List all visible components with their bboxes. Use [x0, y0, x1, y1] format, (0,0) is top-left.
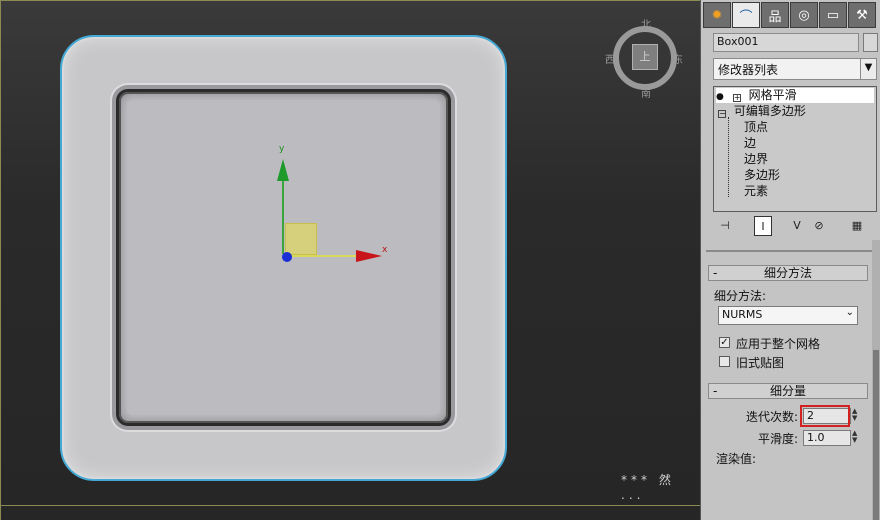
configure-modifier-sets-icon[interactable]: ▦: [848, 216, 866, 236]
make-unique-icon[interactable]: V: [788, 216, 806, 236]
rollout-title: 细分量: [769, 384, 806, 398]
command-panel-scroll-thumb[interactable]: [873, 350, 879, 520]
smoothness-spinner-arrows[interactable]: ▲ ▼: [852, 430, 860, 446]
modifier-list-dropdown[interactable]: 修改器列表 ▼: [713, 58, 877, 80]
subobject-vertex[interactable]: 顶点: [744, 120, 768, 135]
modifier-stack[interactable]: ● + 网格平滑 − 可编辑多边形 顶点 边 边界 多边形 元素: [713, 86, 877, 212]
divider: [706, 250, 878, 252]
stack-item-edit-poly[interactable]: − 可编辑多边形: [716, 104, 806, 119]
command-panel-tabs: ✹ ⌒ 品 ◎ ▭ ⚒: [703, 2, 876, 28]
stack-item-label: 可编辑多边形: [733, 104, 806, 118]
old-style-mapping-checkbox[interactable]: [719, 356, 730, 367]
object-color-swatch[interactable]: [863, 33, 878, 52]
gizmo-y-axis[interactable]: [282, 176, 284, 254]
collapse-icon[interactable]: −: [718, 110, 726, 118]
smoothness-spinner[interactable]: 1.0: [803, 430, 851, 446]
subobject-polygon[interactable]: 多边形: [744, 168, 780, 183]
object-name-field[interactable]: Box001: [713, 33, 859, 52]
motion-icon[interactable]: ◎: [790, 2, 818, 28]
chevron-down-icon[interactable]: ⌄: [846, 307, 854, 318]
subdivision-method-select[interactable]: NURMS ⌄: [718, 306, 858, 325]
rollout-subdivision-amount[interactable]: - 细分量: [708, 383, 868, 399]
rollout-title: 细分方法: [763, 266, 812, 280]
lightbulb-icon[interactable]: ●: [716, 90, 725, 105]
subobject-edge[interactable]: 边: [744, 136, 756, 151]
rollout-subdivision-method[interactable]: - 细分方法: [708, 265, 868, 281]
viewcube-north-label: 北: [641, 20, 651, 31]
iterations-label: 迭代次数:: [746, 410, 799, 424]
chevron-down-icon[interactable]: ▼: [860, 59, 876, 79]
expand-icon[interactable]: +: [732, 94, 741, 102]
modifier-list-label: 修改器列表: [718, 63, 779, 77]
stack-item-label: 网格平滑: [748, 88, 797, 102]
gizmo-x-arrow[interactable]: [356, 250, 382, 262]
viewcube-west-label: 西: [605, 55, 615, 66]
gizmo-y-label: y: [279, 144, 285, 154]
gizmo-x-label: x: [382, 245, 388, 255]
subobject-element[interactable]: 元素: [744, 184, 768, 199]
watermark: *** 然 ...: [621, 473, 675, 502]
gizmo-x-axis[interactable]: [284, 255, 364, 257]
utilities-icon[interactable]: ⚒: [848, 2, 876, 28]
remove-modifier-icon[interactable]: ⊘: [810, 216, 828, 236]
subdivision-method-value: NURMS: [722, 308, 763, 321]
gizmo-y-arrow[interactable]: [277, 159, 289, 181]
viewport-border: [1, 505, 700, 506]
highlight-box: [800, 405, 850, 427]
old-style-mapping-label: 旧式贴图: [736, 356, 785, 370]
tree-line: [728, 117, 729, 197]
gizmo-origin[interactable]: [282, 252, 292, 262]
stack-toolbar: ⊣ I V ⊘ ▦: [710, 216, 876, 240]
create-icon[interactable]: ✹: [703, 2, 731, 28]
render-values-label: 渲染值:: [716, 452, 757, 466]
viewcube-east-label: 东: [673, 55, 683, 66]
perspective-viewport[interactable]: y x 上 北 南 东 西 *** 然 ...: [0, 0, 700, 520]
pin-stack-icon[interactable]: ⊣: [716, 216, 734, 236]
viewcube-face[interactable]: 上: [632, 44, 658, 70]
viewcube-south-label: 南: [641, 89, 651, 100]
smoothness-label: 平滑度:: [758, 432, 799, 446]
stack-item-meshsmooth[interactable]: ● + 网格平滑: [716, 88, 874, 103]
apply-whole-mesh-label: 应用于整个网格: [736, 337, 821, 351]
modify-icon[interactable]: ⌒: [732, 2, 760, 28]
subdivision-method-label: 细分方法:: [714, 289, 767, 303]
show-end-result-icon[interactable]: I: [754, 216, 772, 236]
display-icon[interactable]: ▭: [819, 2, 847, 28]
hierarchy-icon[interactable]: 品: [761, 2, 789, 28]
gizmo-xy-plane[interactable]: [285, 223, 317, 255]
iterations-spinner-arrows[interactable]: ▲ ▼: [852, 408, 860, 424]
apply-whole-mesh-checkbox[interactable]: ✓: [719, 337, 730, 348]
subobject-border[interactable]: 边界: [744, 152, 768, 167]
